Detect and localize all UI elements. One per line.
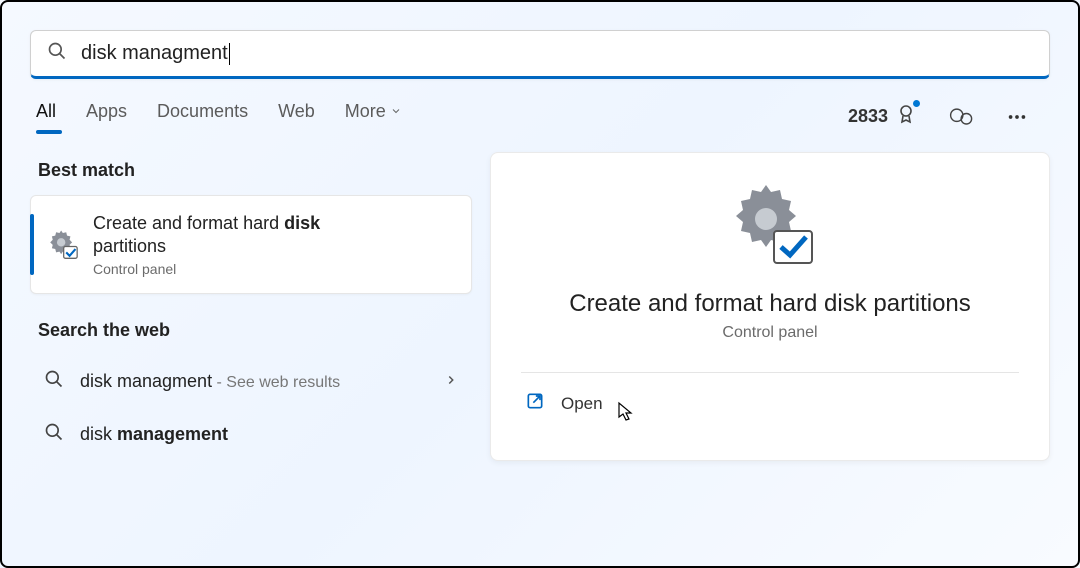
best-match-heading: Best match [38, 160, 464, 181]
gear-check-icon-large [722, 181, 818, 272]
open-label: Open [561, 394, 603, 414]
web-result-label: disk management [80, 424, 458, 445]
search-icon [47, 41, 67, 66]
web-result-1[interactable]: disk managment - See web results [30, 355, 472, 408]
tab-all[interactable]: All [36, 101, 56, 132]
search-bar[interactable]: disk managment [30, 30, 1050, 79]
trophy-icon [894, 102, 918, 131]
details-subtitle: Control panel [722, 324, 817, 342]
chevron-down-icon [390, 101, 402, 122]
tab-documents[interactable]: Documents [157, 101, 248, 132]
details-title: Create and format hard disk partitions [569, 290, 971, 318]
results-left-pane: Best match Create and format hard disk p… [30, 152, 472, 461]
mouse-cursor [617, 401, 635, 428]
rewards-points[interactable]: 2833 [848, 102, 918, 131]
best-match-result[interactable]: Create and format hard disk partitions C… [30, 195, 472, 294]
tab-more[interactable]: More [345, 101, 402, 132]
open-action[interactable]: Open [521, 373, 1019, 434]
chevron-right-icon [444, 371, 458, 392]
best-match-title: Create and format hard disk partitions [93, 212, 320, 259]
tab-apps[interactable]: Apps [86, 101, 127, 132]
filter-tabs: All Apps Documents Web More 2833 [2, 101, 1078, 132]
more-options-icon[interactable] [1006, 106, 1028, 128]
search-web-heading: Search the web [38, 320, 464, 341]
tab-web[interactable]: Web [278, 101, 315, 132]
gear-check-icon [45, 228, 79, 260]
details-pane: Create and format hard disk partitions C… [490, 152, 1050, 461]
open-external-icon [525, 391, 545, 416]
web-result-label: disk managment - See web results [80, 371, 428, 392]
search-icon [44, 369, 64, 394]
chat-icon[interactable] [948, 105, 976, 129]
best-match-subtitle: Control panel [93, 261, 320, 277]
search-icon [44, 422, 64, 447]
search-input[interactable]: disk managment [81, 42, 1033, 65]
web-result-2[interactable]: disk management [30, 408, 472, 461]
